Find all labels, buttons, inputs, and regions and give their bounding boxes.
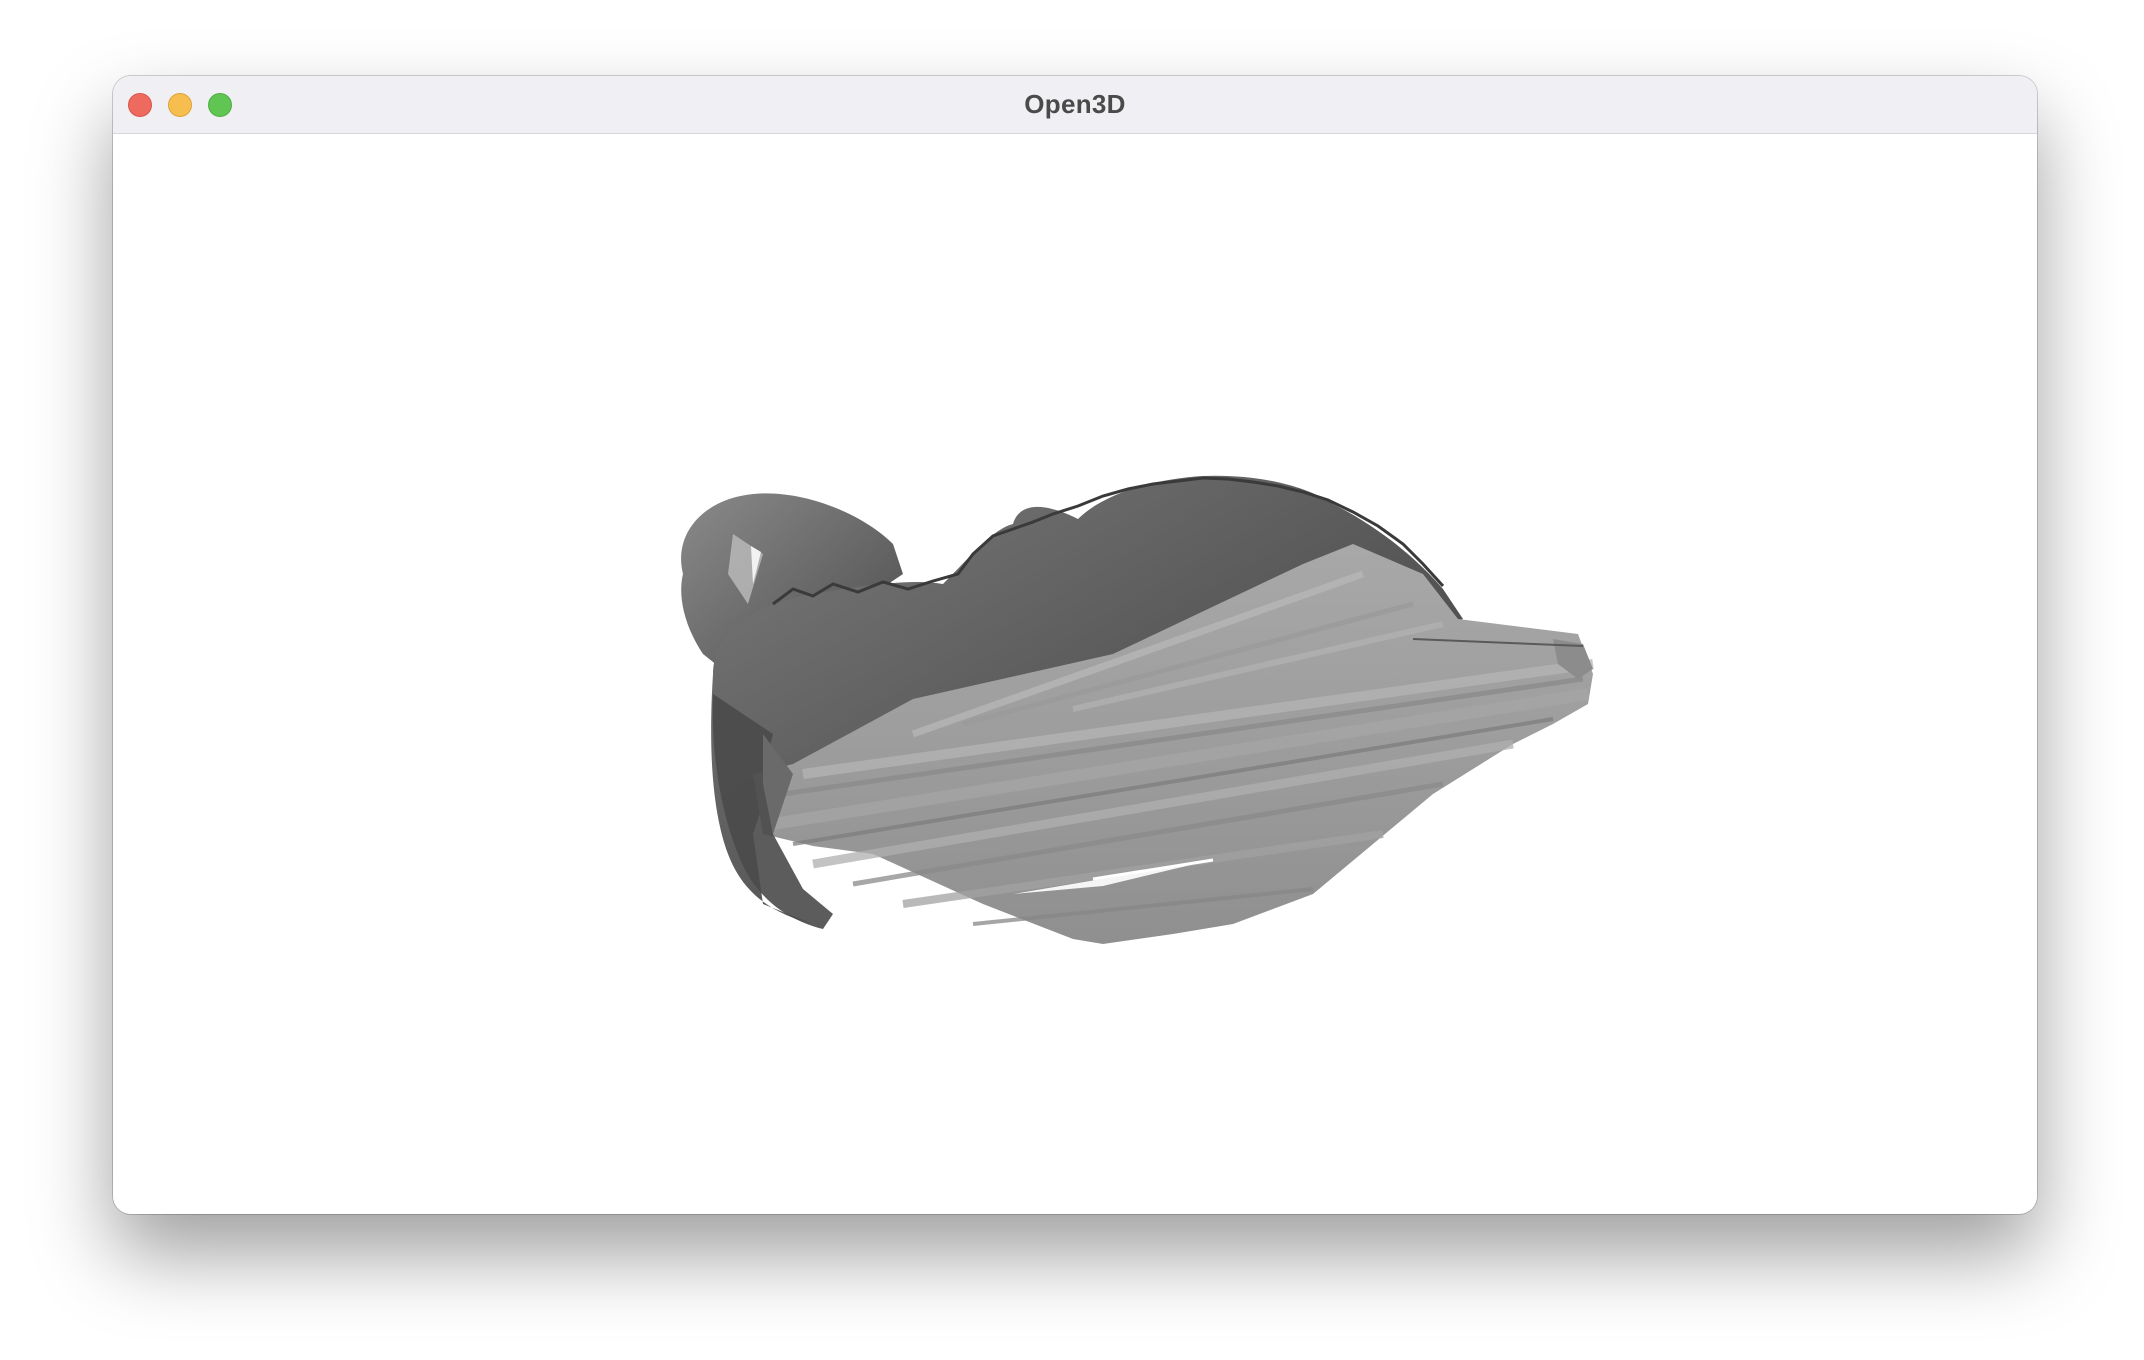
mesh-render (681, 475, 1594, 944)
window-title: Open3D (1024, 89, 1126, 119)
3d-viewport[interactable] (113, 134, 2037, 1214)
title-bar[interactable]: Open3D (113, 76, 2037, 134)
open3d-window[interactable]: Open3D (113, 76, 2037, 1214)
